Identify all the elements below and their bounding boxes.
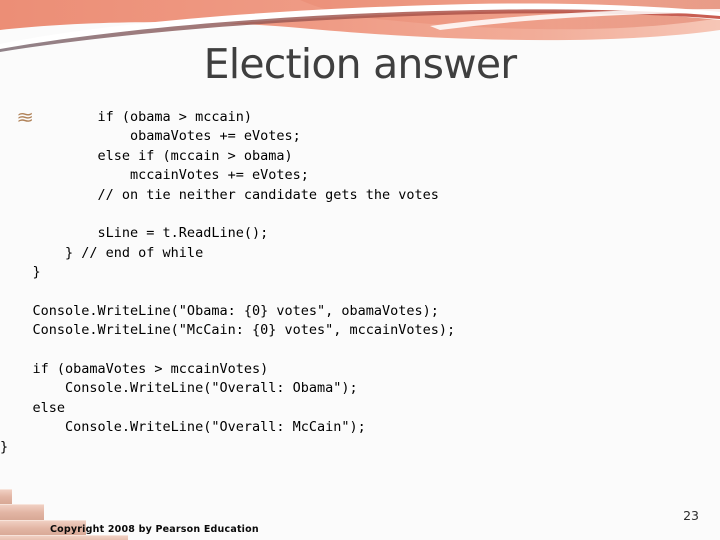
code-block: if (obama > mccain) obamaVotes += eVotes…	[0, 108, 720, 457]
step-block-4	[0, 535, 128, 540]
code-line: sLine = t.ReadLine();	[0, 225, 269, 242]
code-line: // on tie neither candidate gets the vot…	[0, 186, 439, 203]
page-number: 23	[683, 508, 699, 523]
slide-canvas: Election answer ≋ if (obama > mccain) ob…	[0, 0, 720, 540]
code-line: else if (mccain > obama)	[0, 147, 293, 164]
step-block-2	[0, 504, 44, 520]
code-line: obamaVotes += eVotes;	[0, 128, 301, 145]
code-line: if (obamaVotes > mccainVotes)	[0, 361, 269, 378]
page-title: Election answer	[203, 40, 518, 88]
code-line: if (obama > mccain)	[0, 109, 252, 125]
step-block-1	[0, 489, 12, 504]
code-line: Console.WriteLine("Overall: Obama");	[0, 380, 358, 397]
code-line: Console.WriteLine("McCain: {0} votes", m…	[0, 322, 456, 339]
copyright-notice: Copyright 2008 by Pearson Education	[50, 524, 259, 535]
code-line: mccainVotes += eVotes;	[0, 167, 309, 184]
code-line: } // end of while	[0, 244, 204, 261]
code-line: }	[0, 438, 9, 455]
code-line: else	[0, 399, 66, 416]
code-line: }	[0, 264, 41, 281]
code-line: Console.WriteLine("Overall: McCain");	[0, 419, 366, 436]
code-line: Console.WriteLine("Obama: {0} votes", ob…	[0, 302, 439, 319]
